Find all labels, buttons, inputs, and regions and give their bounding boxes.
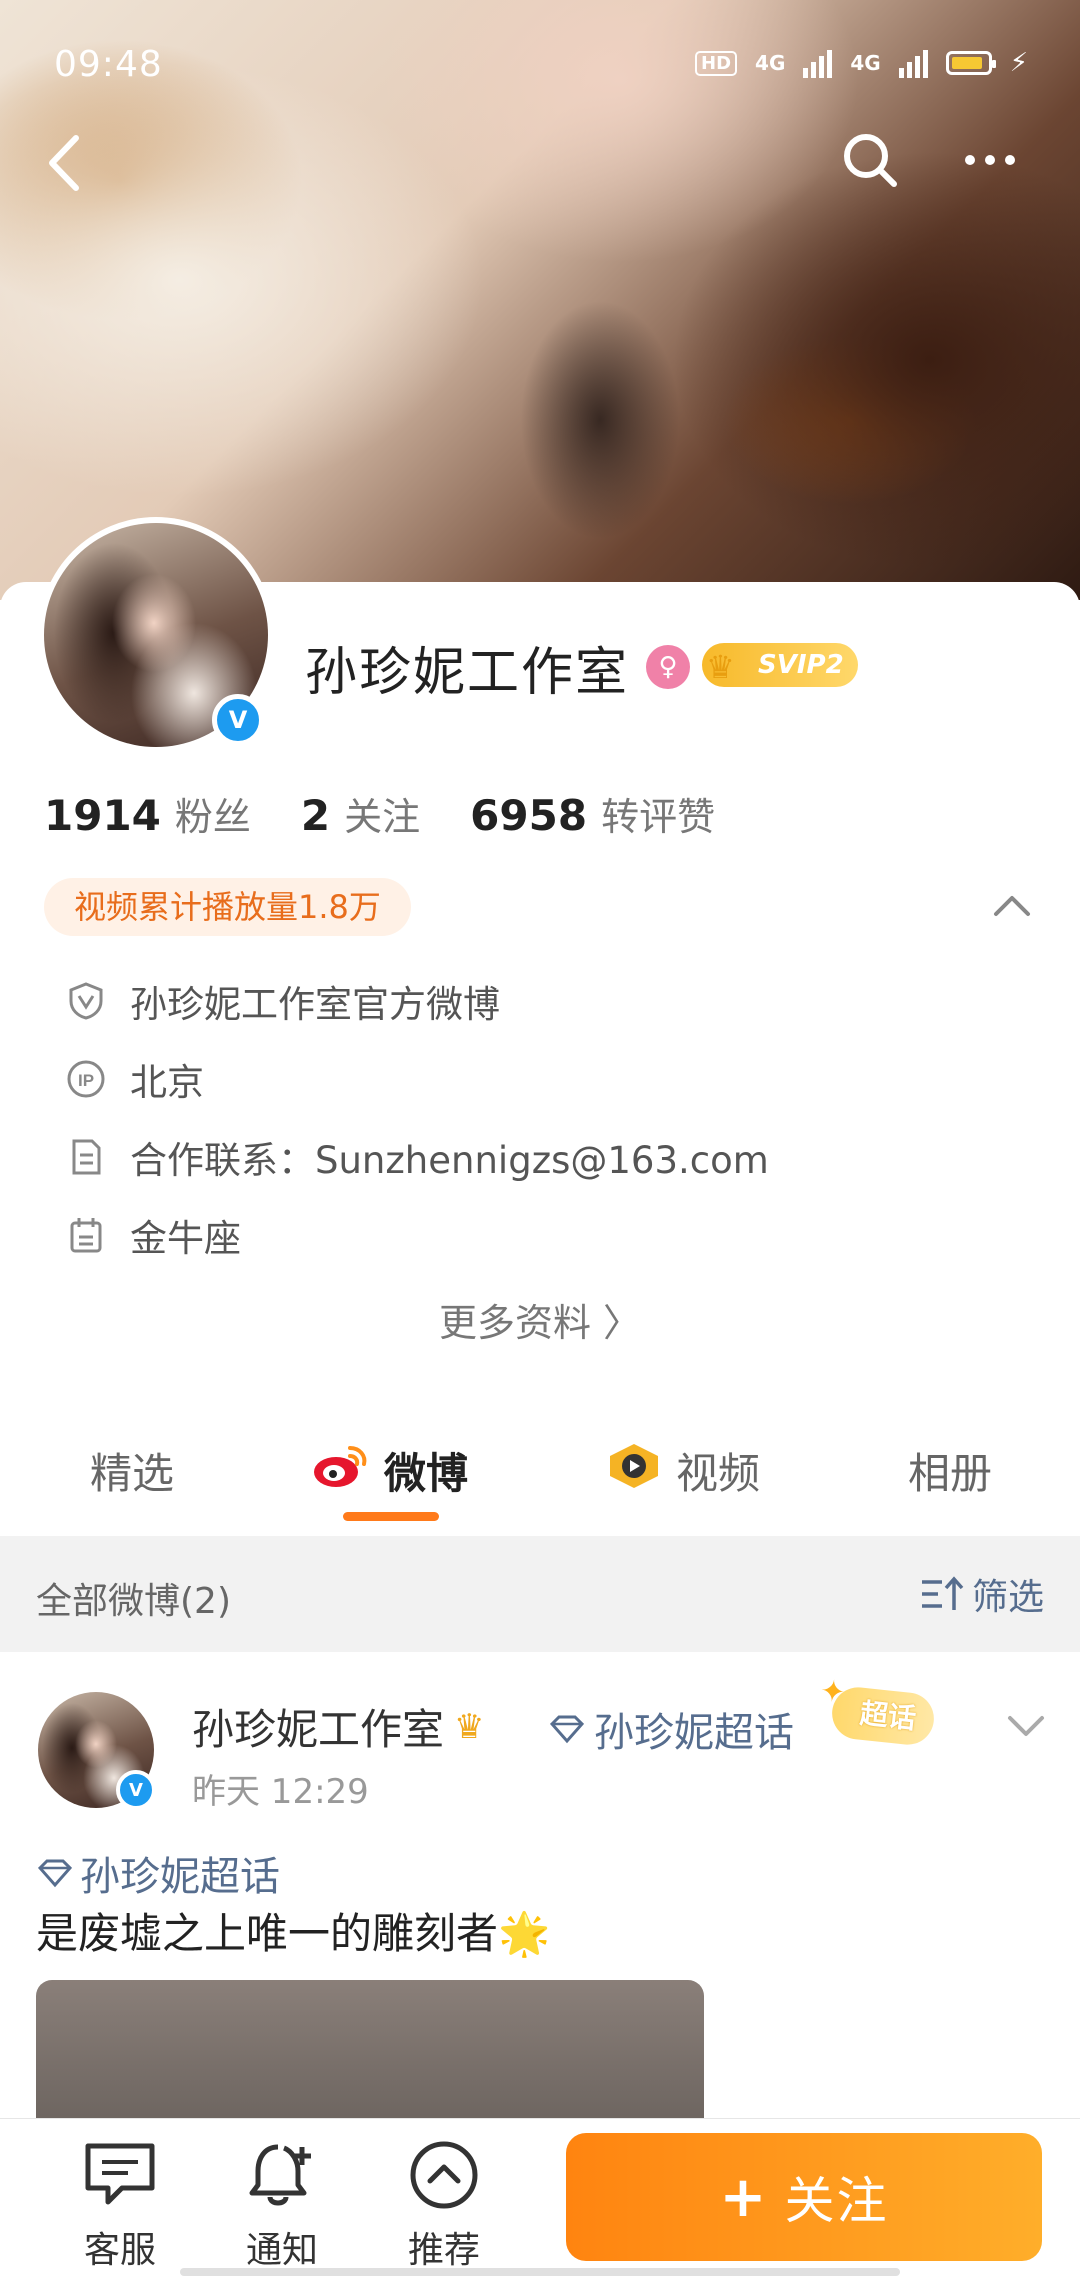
interactions-count: 6958 — [470, 791, 588, 840]
active-tab-indicator — [343, 1512, 439, 1521]
post-timestamp: 昨天 12:29 — [192, 1772, 369, 1812]
info-ip-text: 北京 — [130, 1061, 204, 1104]
home-indicator[interactable] — [180, 2268, 900, 2276]
plus-icon: + — [719, 2164, 769, 2230]
tab-featured[interactable]: 精选 — [90, 1440, 174, 1501]
search-button[interactable] — [840, 130, 900, 190]
verified-shield-icon — [66, 981, 106, 1021]
tab-featured-label: 精选 — [90, 1449, 175, 1498]
following-count[interactable]: 2 — [301, 791, 330, 840]
video-icon — [606, 1442, 662, 1500]
supertopic-badge[interactable]: ✦ 超话 — [818, 1673, 937, 1748]
diamond-icon — [549, 1715, 585, 1744]
info-row-zodiac: 金牛座 — [66, 1208, 241, 1262]
bottom-action-bar: 客服 通知 推荐 + 关注 — [0, 2118, 1080, 2280]
customer-service-button[interactable]: 客服 — [60, 2137, 180, 2273]
signal-icon — [803, 48, 833, 78]
ip-icon: IP — [66, 1059, 106, 1099]
cover-image-detail — [520, 300, 680, 540]
chevron-up-circle-icon — [404, 2137, 484, 2213]
info-contact-text[interactable]: 合作联系：Sunzhennigzs@163.com — [130, 1130, 769, 1184]
crown-icon: ♛ — [454, 1706, 485, 1747]
dot-icon — [985, 155, 995, 165]
hd-icon: HD — [695, 50, 738, 76]
verified-badge-icon: V — [212, 694, 264, 746]
tab-weibo-label: 微博 — [384, 1449, 469, 1498]
star-emoji-icon: 🌟 — [498, 1909, 551, 1958]
post-author-name: 孙珍妮工作室 — [192, 1705, 445, 1754]
diamond-icon — [37, 1859, 73, 1888]
profile-name: 孙珍妮工作室 — [305, 643, 630, 703]
recommend-button[interactable]: 推荐 — [384, 2137, 504, 2273]
post-topic-tag[interactable]: 孙珍妮超话 — [36, 1844, 280, 1902]
collapse-chevron-up-icon[interactable] — [990, 888, 1034, 924]
post-menu-chevron-down-icon[interactable] — [1004, 1708, 1048, 1744]
supertopic-badge-label: 超话 — [858, 1696, 918, 1736]
filter-bar: 全部微博(2) 筛选 — [0, 1536, 1080, 1652]
profile-stats: 1914 粉丝 2 关注 6958 转评赞 — [44, 786, 765, 841]
status-icons: HD 4G 4G ⚡ — [695, 48, 1028, 78]
profile-tabs: 精选 微博 视频 相册 — [0, 1400, 1080, 1540]
network-label-1: 4G — [755, 51, 786, 75]
more-options-button[interactable] — [960, 135, 1020, 185]
notification-button[interactable]: 通知 — [222, 2137, 342, 2273]
followers-count[interactable]: 1914 — [44, 791, 161, 840]
filter-sort-icon — [921, 1576, 964, 1610]
back-button[interactable] — [38, 128, 98, 198]
female-gender-icon: ♀ — [646, 645, 690, 689]
info-row-official: 孙珍妮工作室官方微博 — [66, 974, 500, 1028]
follow-button[interactable]: + 关注 — [566, 2133, 1042, 2261]
follow-label: 关注 — [784, 2172, 889, 2230]
dot-icon — [1005, 155, 1015, 165]
bell-plus-icon — [242, 2137, 322, 2213]
verified-badge-icon: V — [116, 1770, 156, 1810]
back-arrow-icon — [49, 135, 79, 191]
filter-label: 筛选 — [971, 1577, 1044, 1618]
followers-label[interactable]: 粉丝 — [175, 786, 251, 841]
search-icon — [844, 134, 897, 187]
chat-icon — [80, 2137, 160, 2213]
post-author[interactable]: 孙珍妮工作室 ♛ — [192, 1696, 485, 1757]
tab-album-label: 相册 — [908, 1449, 993, 1498]
recommend-label: 推荐 — [407, 2230, 480, 2271]
svip-badge[interactable]: ♛ SVIP2 — [702, 643, 858, 687]
status-time: 09:48 — [54, 44, 163, 85]
info-official-text: 孙珍妮工作室官方微博 — [130, 983, 500, 1026]
weibo-icon — [310, 1442, 370, 1500]
status-bar: 09:48 HD 4G 4G ⚡ — [0, 0, 1080, 130]
following-label[interactable]: 关注 — [344, 786, 420, 841]
post-topic-label: 孙珍妮超话 — [80, 1854, 280, 1900]
network-label-2: 4G — [850, 51, 881, 75]
video-play-count-badge: 视频累计播放量1.8万 — [44, 878, 411, 936]
crown-icon: ♛ — [706, 648, 735, 686]
sparkle-icon: ✦ — [818, 1673, 848, 1711]
tab-album[interactable]: 相册 — [908, 1440, 992, 1501]
svg-text:IP: IP — [78, 1071, 94, 1090]
calendar-icon — [66, 1215, 106, 1255]
all-posts-count: 全部微博(2) — [36, 1581, 231, 1622]
notification-label: 通知 — [245, 2230, 318, 2271]
svip-label: SVIP2 — [758, 650, 844, 680]
info-row-ip: IP 北京 — [66, 1052, 204, 1106]
filter-button[interactable]: 筛选 — [920, 1568, 1044, 1620]
interactions-label: 转评赞 — [601, 795, 716, 839]
tab-video-label: 视频 — [676, 1449, 761, 1498]
more-info-link[interactable]: 更多资料 〉 — [0, 1292, 1080, 1347]
signal-icon-2 — [898, 48, 928, 78]
post-text-body: 是废墟之上唯一的雕刻者 — [36, 1909, 499, 1958]
post-item[interactable]: V 孙珍妮工作室 ♛ 孙珍妮超话 ✦ 超话 昨天 12:29 孙珍妮超话 是废墟… — [0, 1652, 1080, 2122]
battery-icon — [945, 51, 996, 75]
info-zodiac-text: 金牛座 — [130, 1217, 241, 1260]
document-icon — [66, 1137, 106, 1177]
tab-video[interactable]: 视频 — [606, 1440, 760, 1501]
post-supertopic-link[interactable]: 孙珍妮超话 — [548, 1700, 794, 1758]
post-supertopic-label: 孙珍妮超话 — [594, 1710, 794, 1756]
tab-weibo[interactable]: 微博 — [310, 1440, 468, 1501]
dot-icon — [965, 155, 975, 165]
info-row-contact: 合作联系：Sunzhennigzs@163.com — [66, 1130, 769, 1184]
post-text: 是废墟之上唯一的雕刻者🌟 — [36, 1900, 550, 1961]
post-image[interactable] — [36, 1980, 704, 2122]
charging-icon: ⚡ — [1009, 48, 1028, 78]
customer-service-label: 客服 — [83, 2230, 156, 2271]
